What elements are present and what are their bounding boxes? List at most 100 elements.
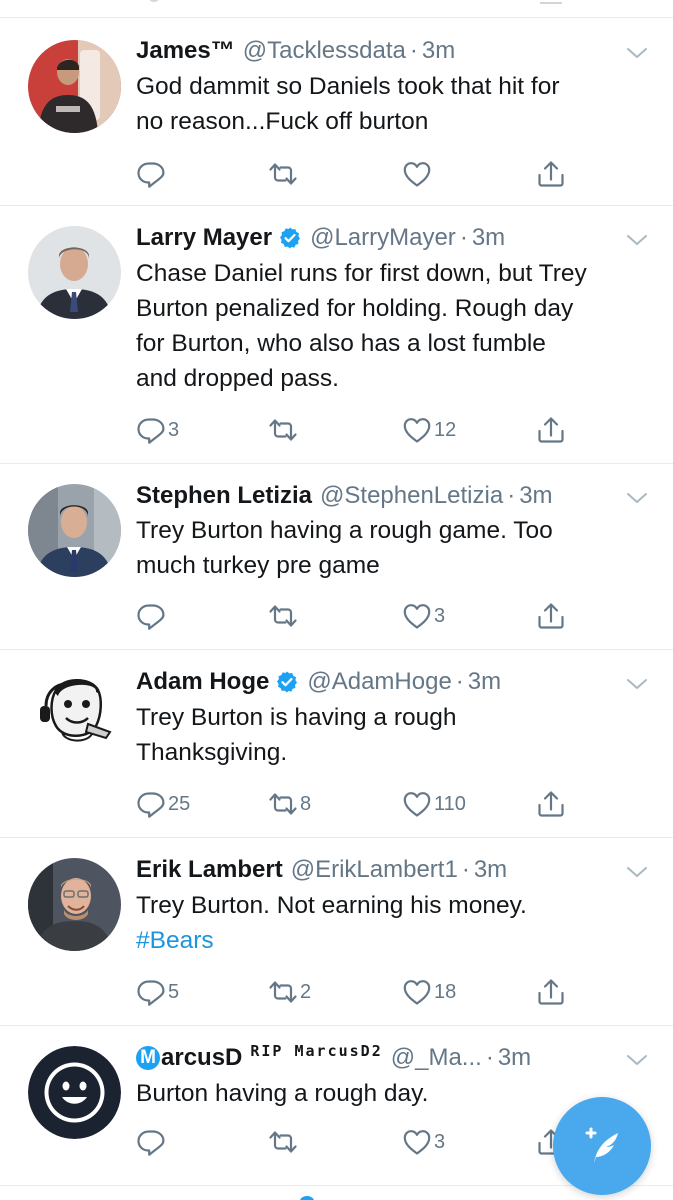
like-button[interactable]: 110 [402,788,466,820]
share-icon [536,415,566,445]
share-button[interactable] [536,976,566,1008]
like-icon [402,977,432,1007]
reply-button[interactable]: 25 [136,788,190,820]
display-name[interactable]: Erik Lambert [136,856,283,884]
like-button[interactable] [402,158,434,190]
share-button[interactable] [536,158,566,190]
like-button[interactable]: 3 [402,600,445,632]
tweet-header: M arcusD RIP MarcusD2 @_Ma... · 3m [136,1041,613,1075]
separator: · [459,224,468,251]
timestamp[interactable]: 3m [519,482,552,510]
username[interactable]: @Tacklessdata [243,37,406,65]
avatar[interactable] [28,226,121,319]
tweet-text: Burton having a rough day. [136,1076,646,1111]
reply-button[interactable]: 5 [136,976,179,1008]
tweet-text: Chase Daniel runs for first down, but Tr… [136,256,646,396]
avatar[interactable] [28,40,121,133]
like-button[interactable]: 3 [402,1126,445,1158]
like-button[interactable]: 12 [402,414,456,446]
retweet-button[interactable] [268,414,300,446]
retweet-icon [268,1127,298,1157]
username[interactable]: @AdamHoge [307,668,451,696]
timestamp[interactable]: 3m [422,37,455,65]
tweet-header: Larry Mayer @LarryMayer · 3m [136,221,613,255]
like-icon [402,789,432,819]
reply-icon [136,159,166,189]
retweet-button[interactable]: 2 [268,976,311,1008]
reply-button[interactable] [136,1126,168,1158]
chevron-down-icon[interactable] [626,232,648,248]
tweet[interactable]: Adam Hoge @AdamHoge · 3m Trey Burton is … [0,650,673,838]
like-count: 3 [434,604,446,627]
timestamp[interactable]: 3m [468,668,501,696]
retweet-icon [268,159,298,189]
display-name[interactable]: Larry Mayer [136,224,272,252]
tweet[interactable]: Erik Lambert @ErikLambert1 · 3m Trey Bur… [0,838,673,1026]
chevron-down-icon[interactable] [626,45,648,61]
share-button[interactable] [536,414,566,446]
share-button[interactable] [536,600,566,632]
retweet-icon [268,977,298,1007]
tweet-text: Trey Burton. Not earning his money. #Bea… [136,888,646,958]
partial-avatar [300,1196,314,1200]
display-name[interactable]: arcusD [161,1044,242,1072]
compose-tweet-button[interactable] [553,1097,651,1195]
tweet-actions: 3 [136,600,596,632]
next-tweet-edge [0,1186,673,1200]
tweet-text-line: Thanksgiving. [136,739,288,766]
hashtag-link[interactable]: #Bears [136,923,646,958]
share-icon [536,789,566,819]
avatar[interactable] [28,858,121,951]
tweet[interactable]: James™ @Tacklessdata · 3m God dammit so … [0,18,673,206]
username[interactable]: @LarryMayer [310,224,456,252]
like-count: 18 [434,980,457,1003]
reply-button[interactable]: 3 [136,414,179,446]
reply-button[interactable] [136,158,168,190]
timestamp[interactable]: 3m [498,1044,531,1072]
retweet-button[interactable] [268,158,300,190]
display-name[interactable]: Stephen Letizia [136,482,312,510]
tweet-text: Trey Burton is having a rough Thanksgivi… [136,700,646,770]
reply-count: 5 [168,980,180,1003]
username[interactable]: @ErikLambert1 [291,856,458,884]
username[interactable]: @StephenLetizia [320,482,503,510]
reply-button[interactable] [136,600,168,632]
chevron-down-icon[interactable] [626,864,648,880]
tweet-actions [136,158,596,190]
retweet-button[interactable] [268,1126,300,1158]
timestamp[interactable]: 3m [472,224,505,252]
retweet-count: 8 [300,792,312,815]
verified-badge-icon [275,670,299,694]
retweet-icon [268,601,298,631]
share-button[interactable] [536,788,566,820]
share-icon [536,159,566,189]
separator: · [409,37,418,64]
tweet-header: Erik Lambert @ErikLambert1 · 3m [136,853,613,887]
display-name[interactable]: James™ [136,37,235,65]
timestamp[interactable]: 3m [474,856,507,884]
tweet-header: Stephen Letizia @StephenLetizia · 3m [136,479,613,513]
chevron-down-icon[interactable] [626,1052,648,1068]
tweet-text-line: Burton having a rough day. [136,1080,429,1107]
avatar[interactable] [28,1046,121,1139]
tweet-actions: 3 12 [136,414,596,446]
retweet-button[interactable]: 8 [268,788,311,820]
chevron-down-icon[interactable] [626,676,648,692]
reply-icon [136,789,166,819]
partial-icon [540,2,562,4]
share-icon [536,977,566,1007]
tweet[interactable]: Larry Mayer @LarryMayer · 3m Chase Danie… [0,206,673,464]
share-icon [536,601,566,631]
like-button[interactable]: 18 [402,976,456,1008]
display-name[interactable]: Adam Hoge [136,668,269,696]
chevron-down-icon[interactable] [626,490,648,506]
avatar[interactable] [28,670,121,763]
retweet-button[interactable] [268,600,300,632]
tweet-actions: 5 2 18 [136,976,596,1008]
reply-icon [136,415,166,445]
tweet[interactable]: Stephen Letizia @StephenLetizia · 3m Tre… [0,464,673,650]
username[interactable]: @_Ma... [391,1044,482,1072]
reply-count: 3 [168,418,180,441]
tweet-header: James™ @Tacklessdata · 3m [136,34,613,68]
avatar[interactable] [28,484,121,577]
